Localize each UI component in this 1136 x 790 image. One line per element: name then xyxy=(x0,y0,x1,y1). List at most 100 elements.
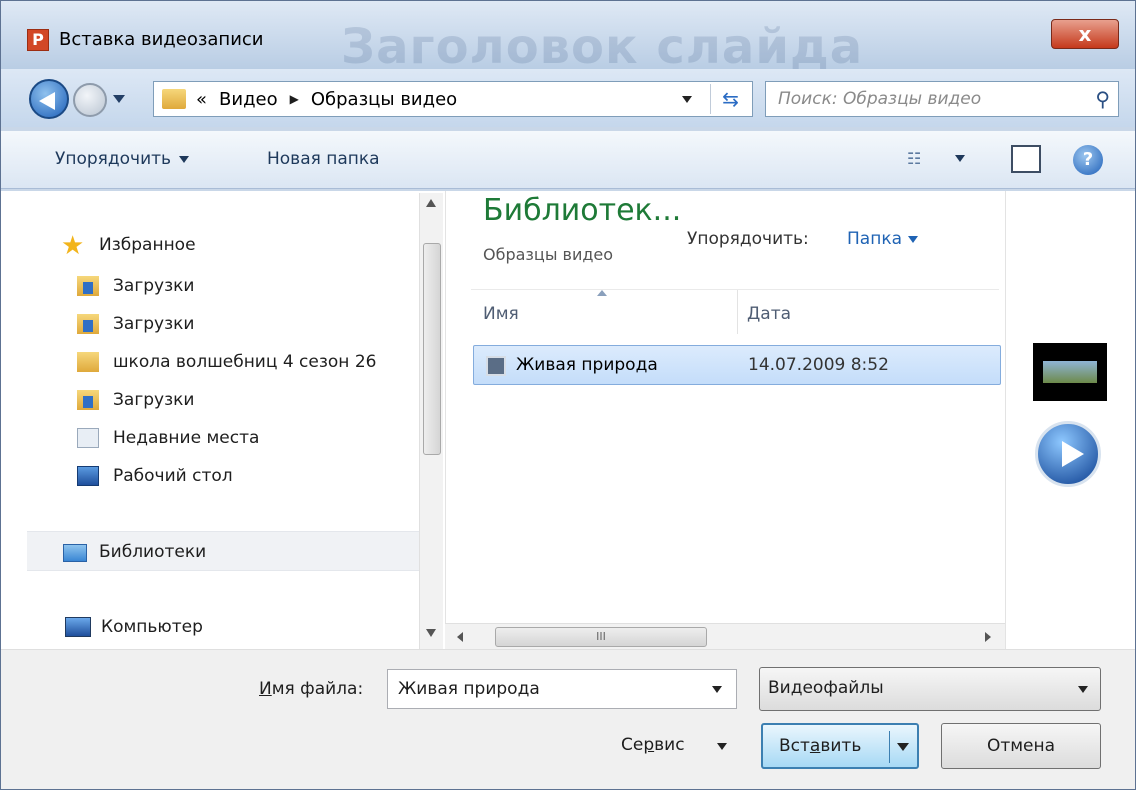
chevron-down-icon xyxy=(179,155,190,163)
column-header-name[interactable]: Имя xyxy=(483,304,519,324)
insert-video-dialog: Заголовок слайда P Вставка видеозаписи x… xyxy=(0,0,1136,790)
filename-label: Имя файла: xyxy=(259,679,363,699)
tools-dropdown-icon[interactable] xyxy=(717,743,727,750)
insert-options-dropdown-icon[interactable] xyxy=(897,743,909,751)
sidebar-item-school-folder[interactable]: школа волшебниц 4 сезон 26 xyxy=(77,347,376,377)
sidebar-item-label: Библиотеки xyxy=(99,542,207,562)
filetype-value: Видеофайлы xyxy=(768,678,884,698)
back-button[interactable] xyxy=(29,79,69,119)
refresh-icon[interactable]: ⇆ xyxy=(710,84,750,114)
libraries-icon xyxy=(63,544,87,562)
split-divider xyxy=(889,731,890,763)
navigation-scrollbar[interactable] xyxy=(419,193,443,649)
video-file-icon xyxy=(486,356,506,376)
sidebar-item-label: Компьютер xyxy=(101,617,203,637)
scroll-right-icon[interactable] xyxy=(985,632,991,642)
file-row[interactable]: Живая природа 14.07.2009 8:52 xyxy=(473,345,1001,385)
sidebar-item-recent-places[interactable]: Недавние места xyxy=(77,423,259,453)
insert-label: Вставить xyxy=(779,736,861,756)
filetype-select[interactable]: Видеофайлы xyxy=(759,667,1101,711)
recent-pages-dropdown-icon[interactable] xyxy=(113,95,125,103)
arrange-by-dropdown[interactable]: Папка xyxy=(847,229,919,249)
sidebar-item-label: Недавние места xyxy=(113,428,260,448)
column-header-date[interactable]: Дата xyxy=(747,304,791,324)
sidebar-item-downloads-3[interactable]: Загрузки xyxy=(77,385,194,415)
preview-pane-icon[interactable] xyxy=(1011,145,1041,173)
favorites-header[interactable]: Избранное xyxy=(99,235,196,255)
sort-indicator-icon xyxy=(597,290,607,296)
sidebar-item-label: школа волшебниц 4 сезон 26 xyxy=(113,352,377,372)
cancel-button[interactable]: Отмена xyxy=(941,723,1101,769)
organize-button[interactable]: Упорядочить xyxy=(55,149,190,169)
recent-places-icon xyxy=(77,428,99,448)
tools-label-pre: Се xyxy=(621,735,644,755)
column-divider[interactable] xyxy=(737,290,738,334)
tools-button[interactable]: Сервис xyxy=(621,735,685,755)
downloads-folder-icon xyxy=(77,314,99,334)
sidebar-item-label: Загрузки xyxy=(113,390,195,410)
scroll-down-icon[interactable] xyxy=(426,629,436,637)
sidebar-item-downloads-1[interactable]: Загрузки xyxy=(77,271,194,301)
sidebar-item-label: Загрузки xyxy=(113,276,195,296)
filename-label-text: мя файла: xyxy=(271,679,364,699)
scroll-up-icon[interactable] xyxy=(426,199,436,207)
preview-pane xyxy=(1005,191,1135,649)
computer-icon xyxy=(65,617,91,637)
breadcrumb-video[interactable]: Видео xyxy=(219,89,278,110)
forward-button[interactable] xyxy=(73,83,107,117)
library-subtitle: Образцы видео xyxy=(483,245,614,264)
scroll-thumb[interactable] xyxy=(423,243,441,455)
search-placeholder: Поиск: Образцы видео xyxy=(778,89,982,109)
chevron-down-icon xyxy=(908,235,919,243)
tools-label-accel: р xyxy=(643,735,655,755)
background-slide-title: Заголовок слайда xyxy=(341,19,864,75)
sidebar-item-libraries[interactable]: Библиотеки xyxy=(27,531,437,571)
powerpoint-app-icon: P xyxy=(27,29,49,51)
tools-label-post: вис xyxy=(654,735,685,755)
address-dropdown-icon[interactable] xyxy=(682,96,692,103)
column-header-row: Имя Дата xyxy=(471,289,999,334)
insert-label-pre: Вст xyxy=(779,736,810,756)
file-list-hscrollbar[interactable]: III xyxy=(445,623,1005,649)
video-thumbnail xyxy=(1033,343,1107,401)
downloads-folder-icon xyxy=(77,276,99,296)
favorites-star-icon: ★ xyxy=(61,231,85,261)
breadcrumb-sample-videos[interactable]: Образцы видео xyxy=(311,89,457,110)
play-icon[interactable] xyxy=(1035,421,1101,487)
insert-label-post: вить xyxy=(820,736,862,756)
search-input[interactable]: Поиск: Образцы видео ⚲ xyxy=(765,81,1119,117)
library-title: Библиотек... xyxy=(483,193,682,228)
filename-value: Живая природа xyxy=(398,679,540,699)
folder-icon xyxy=(77,352,99,372)
scroll-left-icon[interactable] xyxy=(457,632,463,642)
sidebar-item-desktop[interactable]: Рабочий стол xyxy=(77,461,233,491)
insert-button[interactable]: Вставить xyxy=(761,723,919,769)
arrange-by-value: Папка xyxy=(847,229,903,249)
organize-label: Упорядочить xyxy=(55,149,172,169)
close-button[interactable]: x xyxy=(1051,19,1119,49)
view-dropdown-icon[interactable] xyxy=(955,155,965,162)
insert-label-accel: а xyxy=(809,736,821,756)
file-name: Живая природа xyxy=(516,355,658,375)
breadcrumb-overflow[interactable]: « xyxy=(196,89,207,110)
view-options-icon[interactable]: ☷ xyxy=(907,149,931,169)
search-icon[interactable]: ⚲ xyxy=(1095,87,1110,111)
sidebar-item-label: Рабочий стол xyxy=(113,466,233,486)
filename-label-accel: И xyxy=(259,679,272,699)
filename-input[interactable]: Живая природа xyxy=(387,669,737,709)
breadcrumb-arrow-icon[interactable]: ▶ xyxy=(290,92,299,106)
downloads-folder-icon xyxy=(77,390,99,410)
file-date: 14.07.2009 8:52 xyxy=(748,355,889,375)
help-icon[interactable]: ? xyxy=(1073,145,1103,175)
filename-dropdown-icon[interactable] xyxy=(712,686,722,693)
sidebar-item-downloads-2[interactable]: Загрузки xyxy=(77,309,194,339)
sidebar-item-computer[interactable]: Компьютер xyxy=(65,617,203,637)
breadcrumb[interactable]: « Видео ▶ Образцы видео ⇆ xyxy=(153,81,753,117)
chevron-down-icon xyxy=(1078,686,1088,693)
scroll-thumb[interactable]: III xyxy=(495,627,707,647)
arrange-by-label: Упорядочить: xyxy=(687,229,809,249)
desktop-icon xyxy=(77,466,99,486)
new-folder-button[interactable]: Новая папка xyxy=(267,149,380,169)
sidebar-item-label: Загрузки xyxy=(113,314,195,334)
folder-icon xyxy=(162,89,186,109)
